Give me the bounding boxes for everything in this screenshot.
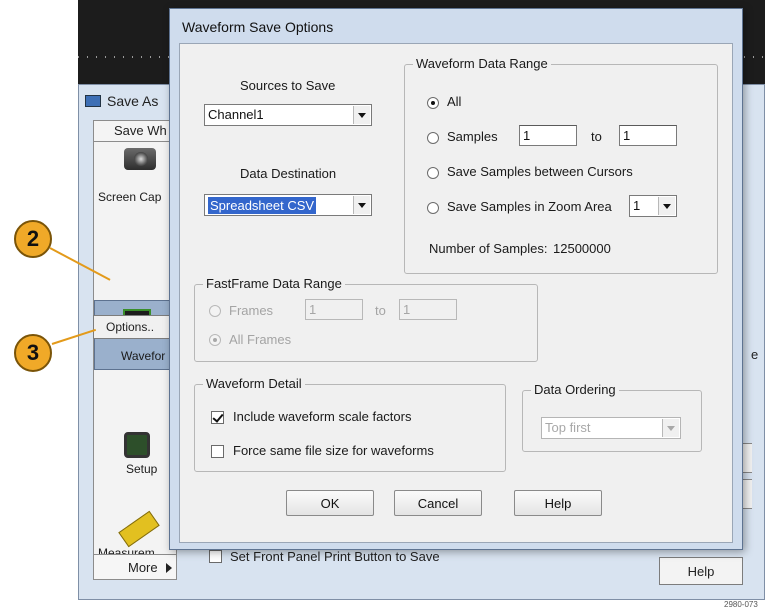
sources-value: Channel1: [208, 107, 264, 122]
frames-from-field[interactable]: 1: [305, 299, 363, 320]
more-label: More: [128, 560, 158, 575]
sources-select[interactable]: Channel1: [204, 104, 372, 126]
include-scale-label: Include waveform scale factors: [233, 409, 412, 424]
between-cursors-label: Save Samples between Cursors: [447, 164, 633, 179]
screen-capture-item[interactable]: Screen Cap: [94, 142, 178, 212]
samples-label: Samples: [447, 129, 498, 144]
waveform-data-range-title: Waveform Data Range: [413, 56, 551, 71]
partial-text: e: [751, 347, 759, 362]
front-panel-option[interactable]: Set Front Panel Print Button to Save: [209, 549, 440, 564]
dialog-body: Sources to Save Channel1 Data Destinatio…: [179, 43, 733, 543]
radio-all[interactable]: [427, 97, 439, 109]
fastframe-title: FastFrame Data Range: [203, 276, 345, 291]
all-label: All: [447, 94, 462, 109]
front-panel-checkbox[interactable]: [209, 550, 222, 563]
radio-samples[interactable]: [427, 132, 439, 144]
number-of-samples-value: 12500000: [553, 241, 611, 256]
setup-label: Setup: [126, 462, 158, 476]
fastframe-group: FastFrame Data Range Frames 1 to 1 All F…: [194, 276, 538, 362]
zoom-area-value: 1: [633, 198, 641, 213]
options-button[interactable]: Options..: [93, 315, 177, 339]
all-frames-label: All Frames: [229, 332, 292, 347]
help-button[interactable]: Help: [514, 490, 602, 516]
dialog-title: Waveform Save Options: [182, 19, 334, 35]
force-size-checkbox[interactable]: [211, 445, 224, 458]
radio-all-frames[interactable]: [209, 334, 221, 346]
chevron-down-icon[interactable]: [658, 197, 675, 215]
zoom-area-label: Save Samples in Zoom Area: [447, 199, 612, 214]
data-ordering-group: Data Ordering Top first: [522, 382, 702, 452]
radio-zoom-area[interactable]: [427, 202, 439, 214]
waveform-detail-group: Waveform Detail Include waveform scale f…: [194, 376, 506, 472]
screen-capture-label: Screen Cap: [98, 190, 162, 204]
more-button[interactable]: More: [93, 554, 177, 580]
save-as-help-button[interactable]: Help: [659, 557, 743, 585]
save-as-title-bar: Save As: [85, 93, 158, 109]
destination-label: Data Destination: [240, 166, 337, 181]
radio-between-cursors[interactable]: [427, 167, 439, 179]
waveform-data-range-group: Waveform Data Range All Samples 1 to 1 S…: [404, 56, 718, 274]
samples-from-field[interactable]: 1: [519, 125, 577, 146]
callout-2: 2: [14, 220, 52, 258]
save-what-panel: Screen Cap Wavefor Setup Measurem: [93, 141, 178, 561]
chevron-down-icon[interactable]: [662, 419, 679, 437]
callout-3: 3: [14, 334, 52, 372]
ruler-icon: [118, 510, 160, 548]
waveform-save-options-dialog: Waveform Save Options Sources to Save Ch…: [169, 8, 743, 550]
right-arrow-icon: [166, 563, 172, 573]
chevron-down-icon[interactable]: [353, 196, 370, 214]
tab-save-what[interactable]: Save Wh: [93, 120, 173, 142]
force-size-label: Force same file size for waveforms: [233, 443, 434, 458]
front-panel-label: Set Front Panel Print Button to Save: [230, 549, 440, 564]
setup-icon: [124, 432, 150, 458]
waveform-detail-title: Waveform Detail: [203, 376, 305, 391]
ok-button[interactable]: OK: [286, 490, 374, 516]
frames-to-field[interactable]: 1: [399, 299, 457, 320]
frames-label: Frames: [229, 303, 274, 318]
save-as-title: Save As: [107, 93, 159, 109]
zoom-area-select[interactable]: 1: [629, 195, 677, 217]
sources-label: Sources to Save: [240, 78, 336, 93]
frames-to-label: to: [375, 303, 386, 318]
waveform-label: Wavefor: [121, 349, 166, 363]
data-ordering-title: Data Ordering: [531, 382, 619, 397]
radio-frames[interactable]: [209, 305, 221, 317]
destination-select[interactable]: Spreadsheet CSV: [204, 194, 372, 216]
camera-lens: [134, 152, 148, 166]
samples-to-field[interactable]: 1: [619, 125, 677, 146]
destination-value: Spreadsheet CSV: [208, 197, 317, 214]
include-scale-checkbox[interactable]: [211, 411, 224, 424]
samples-to-label: to: [591, 129, 602, 144]
figure-id: 2980-073: [724, 600, 758, 609]
chevron-down-icon[interactable]: [353, 106, 370, 124]
window-icon: [85, 95, 101, 107]
data-ordering-value: Top first: [545, 420, 591, 435]
data-ordering-select[interactable]: Top first: [541, 417, 681, 439]
setup-item[interactable]: Setup: [94, 412, 178, 482]
number-of-samples-label: Number of Samples:: [429, 241, 548, 256]
cancel-button[interactable]: Cancel: [394, 490, 482, 516]
